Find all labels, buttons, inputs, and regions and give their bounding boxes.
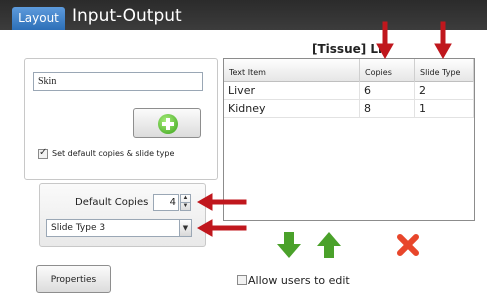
arrow-down-icon[interactable] <box>277 232 301 258</box>
allow-edit-label: Allow users to edit <box>248 274 350 287</box>
allow-edit-checkbox[interactable] <box>237 275 247 285</box>
x-icon[interactable] <box>396 233 420 257</box>
arrow-up-icon[interactable] <box>317 232 341 258</box>
